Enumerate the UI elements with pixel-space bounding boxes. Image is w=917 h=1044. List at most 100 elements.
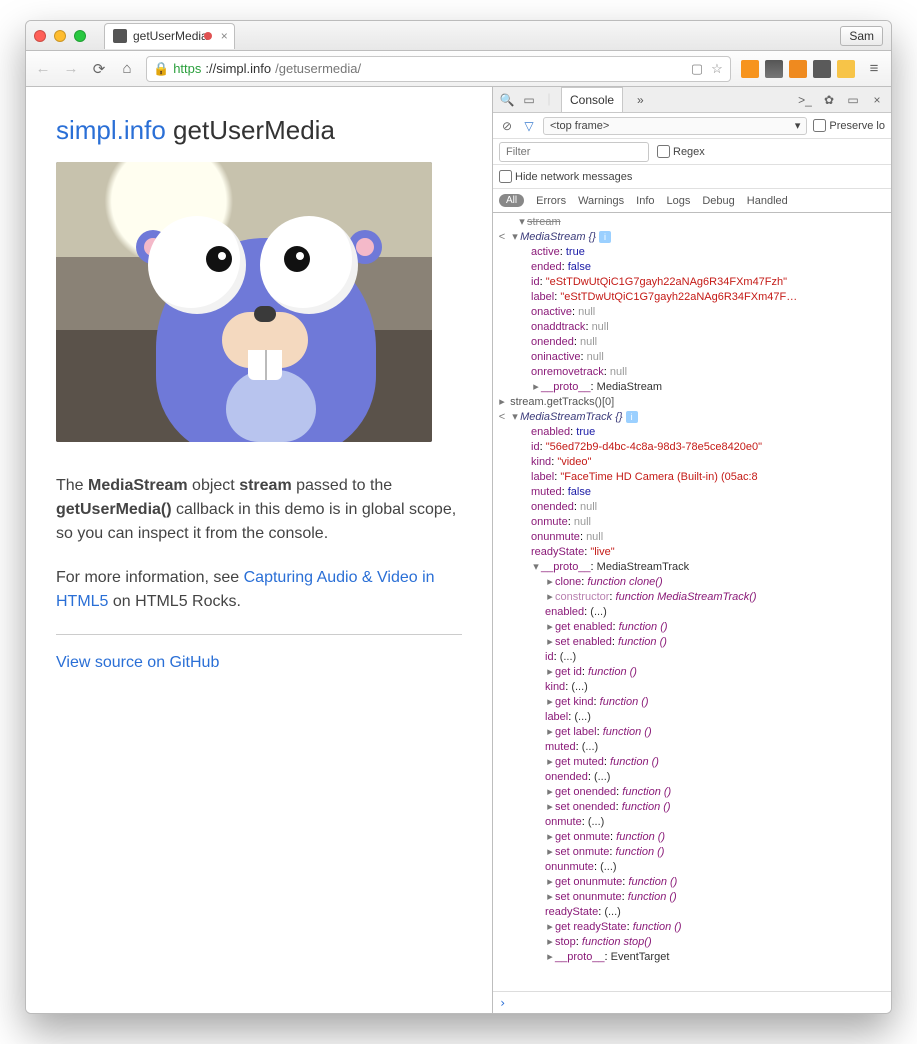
- extension-icon[interactable]: [765, 60, 783, 78]
- url-scheme: https: [173, 61, 201, 76]
- disclosure-icon[interactable]: ▸: [545, 890, 555, 905]
- prop-key: label: [545, 711, 568, 723]
- console-prompt[interactable]: ›: [493, 991, 891, 1013]
- title-text: getUserMedia: [166, 115, 335, 145]
- tab-favicon: [113, 29, 127, 43]
- level-logs[interactable]: Logs: [667, 195, 691, 207]
- tab-close-icon[interactable]: ×: [221, 29, 228, 43]
- disclosure-icon[interactable]: ▸: [545, 590, 555, 605]
- prop-key: set enabled: [555, 636, 612, 648]
- prop-key: get onended: [555, 786, 616, 798]
- disclosure-icon[interactable]: ▸: [545, 725, 555, 740]
- filter-input[interactable]: [499, 142, 649, 162]
- menu-button[interactable]: ≡: [865, 60, 883, 78]
- disclosure-icon[interactable]: ▸: [545, 950, 555, 965]
- disclosure-icon[interactable]: ▸: [545, 935, 555, 950]
- title-link[interactable]: simpl.info: [56, 115, 166, 145]
- devtools-close-icon[interactable]: ×: [869, 93, 885, 107]
- home-button[interactable]: ⌂: [118, 60, 136, 78]
- disclosure-icon[interactable]: ▸: [545, 635, 555, 650]
- disclosure-icon[interactable]: ▸: [545, 665, 555, 680]
- prop-val: function clone(): [587, 576, 662, 588]
- extension-icon[interactable]: [741, 60, 759, 78]
- disclosure-icon[interactable]: ▸: [545, 575, 555, 590]
- disclosure-icon[interactable]: ▸: [531, 380, 541, 395]
- console-object[interactable]: MediaStreamTrack {}: [520, 411, 623, 423]
- disclosure-icon[interactable]: ▸: [545, 845, 555, 860]
- prop-val: MediaStream: [597, 381, 662, 393]
- settings-gear-icon[interactable]: ✿: [821, 93, 837, 107]
- prop-val: function (): [622, 801, 671, 813]
- level-warnings[interactable]: Warnings: [578, 195, 624, 207]
- address-bar[interactable]: 🔒 https://simpl.info/getusermedia/ ▢ ☆: [146, 56, 731, 82]
- level-all[interactable]: All: [499, 194, 524, 207]
- prop-val: null: [580, 501, 597, 513]
- traffic-lights: [34, 30, 86, 42]
- forward-button[interactable]: →: [62, 60, 80, 78]
- prop-key: readyState: [545, 906, 598, 918]
- disclosure-icon[interactable]: ▾: [510, 230, 520, 245]
- preserve-log-checkbox[interactable]: Preserve lo: [813, 119, 885, 132]
- disclosure-icon[interactable]: ▸: [545, 920, 555, 935]
- disclosure-icon[interactable]: ▸: [545, 875, 555, 890]
- disclosure-icon[interactable]: ▸: [545, 800, 555, 815]
- level-handled[interactable]: Handled: [747, 195, 788, 207]
- prop-key: get label: [555, 726, 597, 738]
- disclosure-icon[interactable]: ▸: [545, 830, 555, 845]
- page-content: simpl.info getUserMedia The MediaStrea: [26, 87, 492, 1013]
- prop-key: ended: [531, 261, 562, 273]
- console-output[interactable]: ▾stream < ▾MediaStream {} i active: true…: [493, 213, 891, 991]
- hide-network-checkbox[interactable]: Hide network messages: [499, 170, 632, 183]
- tab-console[interactable]: Console: [561, 87, 623, 112]
- profile-button[interactable]: Sam: [840, 26, 883, 46]
- console-object[interactable]: MediaStream {}: [520, 231, 596, 243]
- inspect-icon[interactable]: 🔍: [499, 93, 515, 107]
- prop-key: kind: [545, 681, 565, 693]
- bookmark-star-icon[interactable]: ☆: [710, 62, 724, 76]
- prop-val: (...): [590, 606, 607, 618]
- disclosure-icon[interactable]: ▾: [531, 560, 541, 575]
- close-window-button[interactable]: [34, 30, 46, 42]
- extension-icon[interactable]: [837, 60, 855, 78]
- extension-icon[interactable]: [813, 60, 831, 78]
- info-badge-icon[interactable]: i: [599, 231, 611, 243]
- extension-icon[interactable]: [789, 60, 807, 78]
- disclosure-icon[interactable]: <: [497, 410, 507, 425]
- disclosure-icon[interactable]: ▸: [545, 695, 555, 710]
- device-mode-icon[interactable]: ▭: [521, 93, 537, 107]
- source-link[interactable]: View source on GitHub: [56, 654, 219, 671]
- filter-funnel-icon[interactable]: ▽: [521, 119, 537, 133]
- disclosure-icon[interactable]: ▸: [497, 395, 507, 410]
- prop-val: function (): [616, 846, 665, 858]
- clear-console-icon[interactable]: ⊘: [499, 119, 515, 133]
- info-badge-icon[interactable]: i: [626, 411, 638, 423]
- level-debug[interactable]: Debug: [702, 195, 734, 207]
- disclosure-icon[interactable]: ▸: [545, 620, 555, 635]
- prop-val: function (): [622, 786, 671, 798]
- disclosure-icon[interactable]: ▸: [545, 785, 555, 800]
- toolbar: ← → ⟳ ⌂ 🔒 https://simpl.info/getusermedi…: [26, 51, 891, 87]
- back-button[interactable]: ←: [34, 60, 52, 78]
- disclosure-icon[interactable]: ▾: [510, 410, 520, 425]
- camera-permission-icon[interactable]: ▢: [690, 62, 704, 76]
- reload-button[interactable]: ⟳: [90, 60, 108, 78]
- level-errors[interactable]: Errors: [536, 195, 566, 207]
- disclosure-icon[interactable]: ▾: [517, 215, 527, 230]
- prop-key: onunmute: [531, 531, 580, 543]
- prop-key: onended: [531, 336, 574, 348]
- drawer-icon[interactable]: >_: [797, 93, 813, 107]
- minimize-window-button[interactable]: [54, 30, 66, 42]
- tab-more[interactable]: »: [629, 87, 652, 112]
- prop-val: function (): [603, 726, 652, 738]
- zoom-window-button[interactable]: [74, 30, 86, 42]
- frame-selector[interactable]: <top frame> ▾: [543, 117, 807, 135]
- browser-tab[interactable]: getUserMedia ×: [104, 23, 235, 49]
- level-info[interactable]: Info: [636, 195, 654, 207]
- regex-checkbox[interactable]: Regex: [657, 145, 705, 158]
- titlebar: getUserMedia × Sam: [26, 21, 891, 51]
- dock-icon[interactable]: ▭: [845, 93, 861, 107]
- prop-key: label: [531, 291, 554, 303]
- prop-val: "video": [557, 456, 591, 468]
- disclosure-icon[interactable]: <: [497, 230, 507, 245]
- disclosure-icon[interactable]: ▸: [545, 755, 555, 770]
